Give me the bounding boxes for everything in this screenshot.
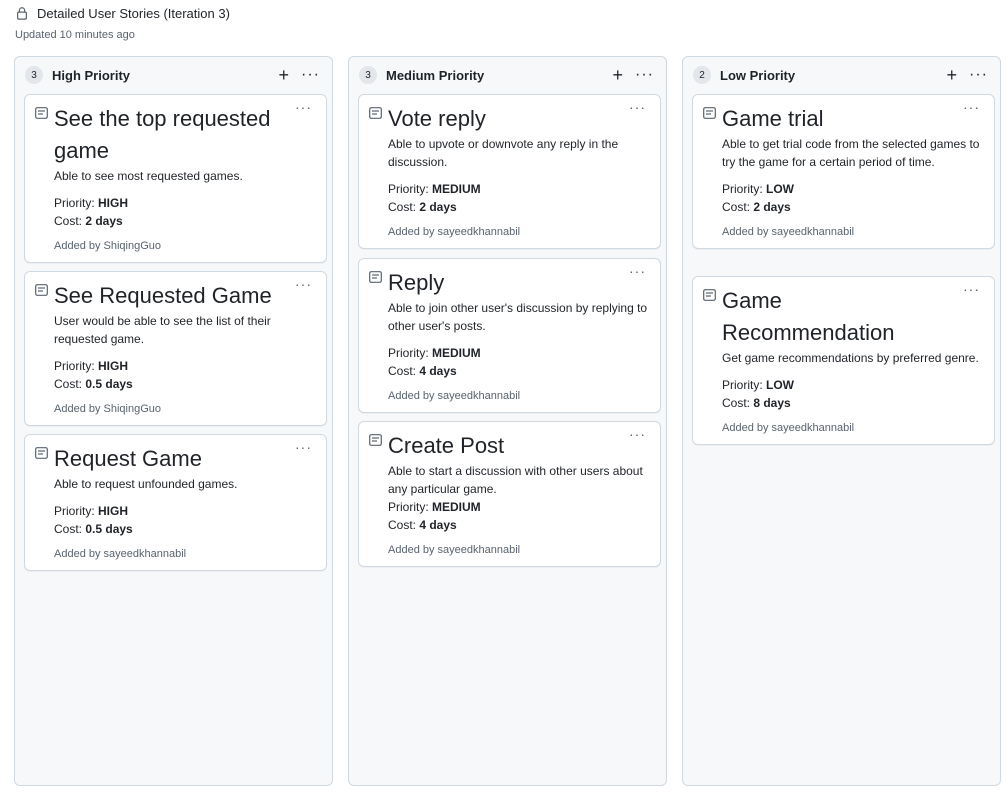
add-item-button[interactable]: + bbox=[947, 66, 958, 84]
card-priority: Priority: MEDIUM bbox=[388, 182, 481, 196]
card-author: Added by ShiqingGuo bbox=[54, 403, 162, 415]
card-cost: Cost: 4 days bbox=[388, 518, 457, 532]
card-title[interactable]: Vote reply bbox=[388, 103, 650, 135]
story-card[interactable]: ··· Create Post Able to start a discussi… bbox=[358, 421, 661, 567]
story-card[interactable]: ··· See Requested Game User would be abl… bbox=[24, 271, 327, 426]
column-title: Low Priority bbox=[720, 67, 796, 83]
card-description: User would be able to see the list of th… bbox=[54, 314, 271, 346]
card-description: Able to upvote or downvote any reply in … bbox=[388, 137, 619, 169]
column-menu-button[interactable]: ··· bbox=[635, 67, 654, 83]
note-icon bbox=[35, 107, 48, 119]
card-author: Added by sayeedkhannabil bbox=[54, 548, 187, 560]
card-menu-button[interactable]: ··· bbox=[629, 99, 646, 115]
card-priority: Priority: MEDIUM bbox=[388, 500, 481, 514]
card-priority: Priority: LOW bbox=[722, 378, 795, 392]
card-description: Get game recommendations by preferred ge… bbox=[722, 351, 979, 365]
column-high-priority: 3 High Priority + ··· ··· See the top re… bbox=[14, 56, 333, 786]
add-item-button[interactable]: + bbox=[613, 66, 624, 84]
card-title[interactable]: See the top requested game bbox=[54, 103, 316, 167]
column-header: 3 High Priority + ··· bbox=[15, 57, 332, 93]
card-cost: Cost: 4 days bbox=[388, 364, 457, 378]
card-author: Added by sayeedkhannabil bbox=[722, 226, 855, 238]
note-icon bbox=[35, 284, 48, 296]
card-description: Able to join other user's discussion by … bbox=[388, 301, 648, 333]
card-menu-button[interactable]: ··· bbox=[629, 426, 646, 442]
column-header: 2 Low Priority + ··· bbox=[683, 57, 1000, 93]
card-title[interactable]: See Requested Game bbox=[54, 280, 316, 312]
card-author: Added by ShiqingGuo bbox=[54, 240, 162, 252]
story-card[interactable]: ··· Vote reply Able to upvote or downvot… bbox=[358, 94, 661, 249]
story-card[interactable]: ··· Request Game Able to request unfound… bbox=[24, 434, 327, 571]
column-menu-button[interactable]: ··· bbox=[301, 67, 320, 83]
updated-timestamp: Updated 10 minutes ago bbox=[15, 29, 135, 41]
card-menu-button[interactable]: ··· bbox=[629, 263, 646, 279]
story-card[interactable]: ··· Reply Able to join other user's disc… bbox=[358, 258, 661, 413]
card-menu-button[interactable]: ··· bbox=[963, 281, 980, 297]
card-description: Able to request unfounded games. bbox=[54, 477, 238, 491]
card-description: Able to see most requested games. bbox=[54, 169, 243, 183]
card-cost: Cost: 2 days bbox=[722, 200, 791, 214]
column-title: High Priority bbox=[52, 67, 131, 83]
card-title[interactable]: Game trial bbox=[722, 103, 984, 135]
card-cost: Cost: 0.5 days bbox=[54, 377, 133, 391]
card-menu-button[interactable]: ··· bbox=[295, 99, 312, 115]
note-icon bbox=[703, 107, 716, 119]
card-title[interactable]: Reply bbox=[388, 267, 650, 299]
card-author: Added by sayeedkhannabil bbox=[388, 226, 521, 238]
lock-icon bbox=[17, 7, 27, 20]
card-priority: Priority: HIGH bbox=[54, 359, 129, 373]
card-title[interactable]: Create Post bbox=[388, 430, 650, 462]
title-row: Detailed User Stories (Iteration 3) bbox=[15, 5, 230, 21]
card-priority: Priority: MEDIUM bbox=[388, 346, 481, 360]
board-title: Detailed User Stories (Iteration 3) bbox=[37, 5, 230, 21]
card-menu-button[interactable]: ··· bbox=[295, 276, 312, 292]
note-icon bbox=[703, 289, 716, 301]
card-cost: Cost: 2 days bbox=[54, 214, 123, 228]
note-icon bbox=[369, 271, 382, 283]
card-priority: Priority: HIGH bbox=[54, 504, 129, 518]
column-medium-priority: 3 Medium Priority + ··· ··· Vote reply A… bbox=[348, 56, 667, 786]
card-menu-button[interactable]: ··· bbox=[963, 99, 980, 115]
card-description: Able to start a discussion with other us… bbox=[388, 464, 643, 496]
note-icon bbox=[369, 107, 382, 119]
card-description: Able to get trial code from the selected… bbox=[722, 137, 980, 169]
card-title[interactable]: Game Recommendation bbox=[722, 285, 984, 349]
card-author: Added by sayeedkhannabil bbox=[388, 544, 521, 556]
card-cost: Cost: 8 days bbox=[722, 396, 791, 410]
card-priority: Priority: HIGH bbox=[54, 196, 129, 210]
board-header: Detailed User Stories (Iteration 3) Upda… bbox=[15, 5, 230, 42]
column-count-badge: 3 bbox=[25, 66, 43, 84]
card-menu-button[interactable]: ··· bbox=[295, 439, 312, 455]
add-item-button[interactable]: + bbox=[279, 66, 290, 84]
card-cost: Cost: 0.5 days bbox=[54, 522, 133, 536]
column-count-badge: 3 bbox=[359, 66, 377, 84]
card-cost: Cost: 2 days bbox=[388, 200, 457, 214]
story-card[interactable]: ··· Game trial Able to get trial code fr… bbox=[692, 94, 995, 249]
note-icon bbox=[35, 447, 48, 459]
card-author: Added by sayeedkhannabil bbox=[722, 422, 855, 434]
story-card[interactable]: ··· See the top requested game Able to s… bbox=[24, 94, 327, 263]
column-menu-button[interactable]: ··· bbox=[969, 67, 988, 83]
card-title[interactable]: Request Game bbox=[54, 443, 316, 475]
card-author: Added by sayeedkhannabil bbox=[388, 390, 521, 402]
column-count-badge: 2 bbox=[693, 66, 711, 84]
card-priority: Priority: LOW bbox=[722, 182, 795, 196]
column-header: 3 Medium Priority + ··· bbox=[349, 57, 666, 93]
note-icon bbox=[369, 434, 382, 446]
story-card[interactable]: ··· Game Recommendation Get game recomme… bbox=[692, 276, 995, 445]
column-title: Medium Priority bbox=[386, 67, 485, 83]
column-low-priority: 2 Low Priority + ··· ··· Game trial Able… bbox=[682, 56, 1001, 786]
